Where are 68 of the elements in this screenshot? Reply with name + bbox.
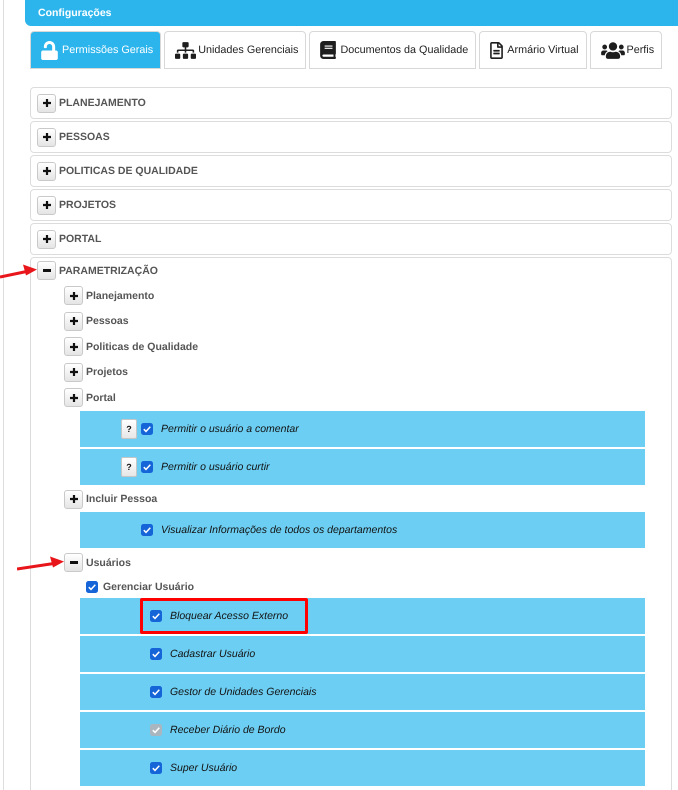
group-title: Planejamento xyxy=(86,290,154,302)
plus-icon xyxy=(70,495,78,504)
toggle-button[interactable] xyxy=(64,388,83,408)
help-button[interactable]: ? xyxy=(121,456,137,476)
plus-icon xyxy=(42,133,50,141)
permission-label: Receber Diário de Bordo xyxy=(170,724,286,736)
tab[interactable]: Armário Virtual xyxy=(479,31,586,69)
checkbox[interactable] xyxy=(86,580,98,592)
hierarchy-icon xyxy=(175,42,196,58)
plus-icon xyxy=(42,201,50,209)
plus-icon xyxy=(70,368,78,376)
tab[interactable]: Unidades Gerenciais xyxy=(164,31,306,69)
checkbox[interactable] xyxy=(141,524,153,536)
toggle-button[interactable] xyxy=(64,286,83,306)
plus-icon xyxy=(70,342,78,351)
plus-icon xyxy=(42,167,50,175)
padlock-icon xyxy=(41,40,58,60)
toggle-button[interactable] xyxy=(64,362,83,382)
toggle-button[interactable] xyxy=(64,312,83,331)
toggle-button[interactable] xyxy=(37,128,56,146)
book-icon xyxy=(320,41,336,59)
checkbox[interactable] xyxy=(150,610,162,622)
panel-header: Configurações xyxy=(25,0,678,26)
group-title: Portal xyxy=(86,392,116,404)
minus-icon xyxy=(70,561,78,564)
plus-icon xyxy=(70,317,78,326)
toggle-button[interactable] xyxy=(64,553,83,572)
section-title: PLANEJAMENTO xyxy=(59,97,146,109)
section-title: PESSOAS xyxy=(59,131,110,143)
document-icon xyxy=(490,42,504,58)
checkbox[interactable] xyxy=(150,762,162,774)
group-title: Usuários xyxy=(86,556,131,569)
tab[interactable]: Perfis xyxy=(590,31,662,69)
permission-label: Bloquear Acesso Externo xyxy=(170,610,288,622)
checkbox[interactable] xyxy=(141,460,153,472)
plus-icon xyxy=(70,394,78,402)
group-title: Politicas de Qualidade xyxy=(86,340,198,353)
permission-label: Permitir o usuário curtir xyxy=(161,460,270,472)
toggle-button[interactable] xyxy=(37,196,56,214)
plus-icon xyxy=(42,235,50,243)
permission-label: Permitir o usuário a comentar xyxy=(161,422,299,434)
permission-label: Cadastrar Usuário xyxy=(170,648,256,660)
group-title: Projetos xyxy=(86,366,128,378)
help-button[interactable]: ? xyxy=(121,418,137,438)
permission-label: Super Usuário xyxy=(170,762,238,774)
group-title: Incluir Pessoa xyxy=(86,493,158,506)
tab[interactable]: Documentos da Qualidade xyxy=(309,31,476,69)
toggle-button[interactable] xyxy=(64,337,83,356)
permission-label: Visualizar Informações de todos os departamentos xyxy=(161,524,398,536)
toggle-button[interactable] xyxy=(37,230,56,248)
option-label: Gerenciar Usuário xyxy=(103,580,194,592)
section-title: PROJETOS xyxy=(59,199,116,211)
section-title: PARAMETRIZAÇÃO xyxy=(59,264,158,276)
section-title: PORTAL xyxy=(59,233,102,245)
toggle-button[interactable] xyxy=(37,94,56,112)
toggle-button[interactable] xyxy=(37,261,56,280)
group-title: Pessoas xyxy=(86,315,129,328)
checkbox[interactable] xyxy=(150,686,162,698)
toggle-button[interactable] xyxy=(37,162,56,180)
people-icon xyxy=(600,40,624,60)
permission-label: Gestor de Unidades Gerenciais xyxy=(170,686,316,698)
plus-icon xyxy=(42,99,50,107)
checkbox[interactable] xyxy=(141,422,153,434)
minus-icon xyxy=(42,269,50,272)
checkbox[interactable] xyxy=(150,648,162,660)
section-title: POLITICAS DE QUALIDADE xyxy=(59,165,198,177)
plus-icon xyxy=(70,292,78,300)
toggle-button[interactable] xyxy=(64,490,83,509)
